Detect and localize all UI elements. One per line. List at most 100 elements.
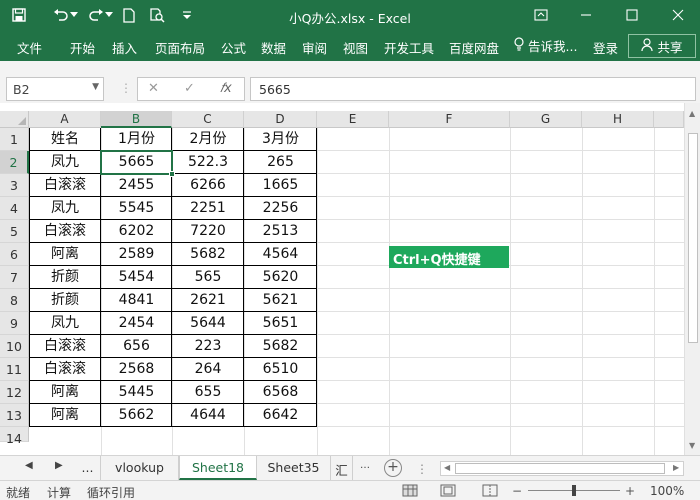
cell-c13[interactable]: 4644 bbox=[172, 404, 244, 427]
header-cell-a1[interactable]: 姓名 bbox=[29, 128, 101, 151]
cell-d6[interactable]: 4564 bbox=[244, 243, 317, 266]
column-header-e[interactable]: E bbox=[317, 111, 389, 128]
formula-bar-splitter[interactable]: ⋮ bbox=[120, 81, 132, 95]
cell-c6[interactable]: 5682 bbox=[172, 243, 244, 266]
formula-input[interactable]: 5665 bbox=[250, 77, 696, 101]
select-all-button[interactable] bbox=[0, 111, 29, 128]
row-header-12[interactable]: 12 bbox=[0, 381, 29, 404]
minimize-icon[interactable] bbox=[575, 4, 597, 26]
cell-d10[interactable]: 5682 bbox=[244, 335, 317, 358]
cell-a13[interactable]: 阿离 bbox=[29, 404, 101, 427]
cell-c9[interactable]: 5644 bbox=[172, 312, 244, 335]
tab-review[interactable]: 审阅 bbox=[302, 38, 327, 57]
scroll-up-icon[interactable]: ▲ bbox=[689, 109, 695, 118]
tab-insert[interactable]: 插入 bbox=[112, 38, 137, 57]
cell-b6[interactable]: 2589 bbox=[101, 243, 172, 266]
cell-b4[interactable]: 5545 bbox=[101, 197, 172, 220]
sheet-prev-icon[interactable]: ◀ bbox=[25, 460, 33, 471]
normal-view-icon[interactable] bbox=[402, 484, 418, 497]
cell-c2[interactable]: 522.3 bbox=[172, 151, 244, 174]
cell-c12[interactable]: 655 bbox=[172, 381, 244, 404]
tab-view[interactable]: 视图 bbox=[343, 38, 368, 57]
zoom-slider-knob[interactable] bbox=[572, 485, 576, 496]
cell-d11[interactable]: 6510 bbox=[244, 358, 317, 381]
cell-d4[interactable]: 2256 bbox=[244, 197, 317, 220]
tab-page-layout[interactable]: 页面布局 bbox=[155, 38, 205, 57]
zoom-level[interactable]: 100% bbox=[650, 484, 684, 498]
column-header-partial[interactable] bbox=[654, 111, 684, 128]
tab-file[interactable]: 文件 bbox=[17, 38, 42, 57]
cell-b9[interactable]: 2454 bbox=[101, 312, 172, 335]
sheet-more-icon[interactable]: … bbox=[360, 460, 370, 471]
cancel-icon[interactable]: ✕ bbox=[148, 81, 159, 96]
close-icon[interactable] bbox=[667, 4, 689, 26]
add-sheet-button[interactable]: + bbox=[384, 459, 402, 477]
cell-a9[interactable]: 凤九 bbox=[29, 312, 101, 335]
cell-b7[interactable]: 5454 bbox=[101, 266, 172, 289]
cell-b10[interactable]: 656 bbox=[101, 335, 172, 358]
column-header-g[interactable]: G bbox=[510, 111, 582, 128]
cell-a4[interactable]: 凤九 bbox=[29, 197, 101, 220]
row-header-6[interactable]: 6 bbox=[0, 243, 29, 266]
cell-b5[interactable]: 6202 bbox=[101, 220, 172, 243]
login-link[interactable]: 登录 bbox=[593, 38, 618, 57]
share-button[interactable]: 共享 bbox=[628, 34, 696, 58]
cell-d8[interactable]: 5621 bbox=[244, 289, 317, 312]
cell-d3[interactable]: 1665 bbox=[244, 174, 317, 197]
scroll-down-icon[interactable]: ▼ bbox=[689, 441, 695, 450]
tab-splitter[interactable]: ⋮ bbox=[416, 462, 428, 476]
row-header-9[interactable]: 9 bbox=[0, 312, 29, 335]
page-layout-view-icon[interactable] bbox=[440, 484, 456, 497]
cell-b11[interactable]: 2568 bbox=[101, 358, 172, 381]
horizontal-scroll-thumb[interactable] bbox=[455, 463, 665, 474]
header-cell-d1[interactable]: 3月份 bbox=[244, 128, 317, 151]
cell-c11[interactable]: 264 bbox=[172, 358, 244, 381]
name-box[interactable]: B2 ▼ bbox=[6, 77, 104, 101]
scroll-left-icon[interactable]: ◀ bbox=[444, 463, 450, 472]
sheet-ellipsis[interactable]: ... bbox=[75, 456, 101, 480]
cell-b12[interactable]: 5445 bbox=[101, 381, 172, 404]
row-header-1[interactable]: 1 bbox=[0, 128, 29, 151]
cell-b13[interactable]: 5662 bbox=[101, 404, 172, 427]
row-header-10[interactable]: 10 bbox=[0, 335, 29, 358]
row-header-2[interactable]: 2 bbox=[0, 151, 29, 174]
sheet-tab-partial[interactable]: 汇 bbox=[331, 456, 353, 480]
cell-a10[interactable]: 白滚滚 bbox=[29, 335, 101, 358]
header-cell-b1[interactable]: 1月份 bbox=[101, 128, 172, 151]
cell-a6[interactable]: 阿离 bbox=[29, 243, 101, 266]
sheet-next-icon[interactable]: ▶ bbox=[55, 460, 63, 471]
tab-formulas[interactable]: 公式 bbox=[221, 38, 246, 57]
cell-d5[interactable]: 2513 bbox=[244, 220, 317, 243]
sheet-tab-vlookup[interactable]: vlookup bbox=[101, 456, 179, 480]
name-box-dropdown-icon[interactable]: ▼ bbox=[92, 82, 99, 92]
zoom-slider[interactable] bbox=[528, 485, 620, 496]
vertical-scroll-thumb[interactable] bbox=[688, 133, 698, 343]
ribbon-display-icon[interactable] bbox=[530, 4, 552, 26]
column-header-f[interactable]: F bbox=[389, 111, 510, 128]
sheet-tab-sheet35[interactable]: Sheet35 bbox=[257, 456, 331, 480]
row-header-8[interactable]: 8 bbox=[0, 289, 29, 312]
row-header-14[interactable]: 14 bbox=[0, 427, 29, 446]
fx-icon[interactable]: 𝑓x bbox=[220, 81, 232, 96]
column-header-a[interactable]: A bbox=[29, 111, 101, 128]
cell-c7[interactable]: 565 bbox=[172, 266, 244, 289]
row-header-4[interactable]: 4 bbox=[0, 197, 29, 220]
header-cell-c1[interactable]: 2月份 bbox=[172, 128, 244, 151]
row-header-13[interactable]: 13 bbox=[0, 404, 29, 427]
page-break-view-icon[interactable] bbox=[482, 484, 498, 497]
cell-a5[interactable]: 白滚滚 bbox=[29, 220, 101, 243]
cell-d13[interactable]: 6642 bbox=[244, 404, 317, 427]
cell-c8[interactable]: 2621 bbox=[172, 289, 244, 312]
status-calculate[interactable]: 计算 bbox=[47, 484, 71, 500]
tell-me-search[interactable]: 告诉我... bbox=[514, 36, 577, 55]
cell-a3[interactable]: 白滚滚 bbox=[29, 174, 101, 197]
cell-b8[interactable]: 4841 bbox=[101, 289, 172, 312]
zoom-out-icon[interactable]: − bbox=[512, 484, 522, 498]
row-header-3[interactable]: 3 bbox=[0, 174, 29, 197]
cell-c4[interactable]: 2251 bbox=[172, 197, 244, 220]
column-header-h[interactable]: H bbox=[582, 111, 654, 128]
tab-data[interactable]: 数据 bbox=[261, 38, 286, 57]
cell-c5[interactable]: 7220 bbox=[172, 220, 244, 243]
cell-d2[interactable]: 265 bbox=[244, 151, 317, 174]
cell-c10[interactable]: 223 bbox=[172, 335, 244, 358]
